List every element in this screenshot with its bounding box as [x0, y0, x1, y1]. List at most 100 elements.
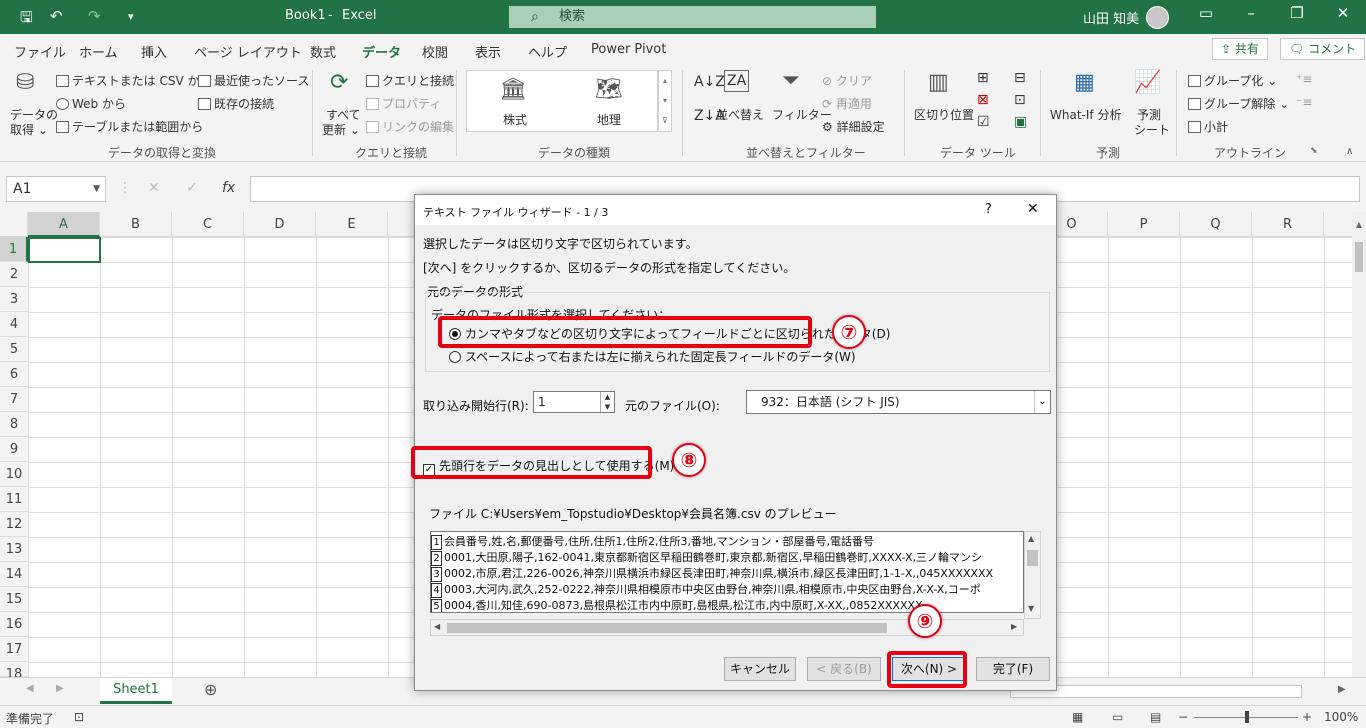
- tab-page-layout[interactable]: ページ レイアウト: [194, 42, 302, 61]
- row-header[interactable]: 4: [0, 312, 28, 337]
- close-icon[interactable]: ✕: [1027, 201, 1039, 217]
- column-header[interactable]: Q: [1180, 212, 1252, 237]
- comment-button[interactable]: 🗨 コメント: [1280, 38, 1366, 60]
- add-sheet-icon[interactable]: ⊕: [204, 680, 217, 699]
- row-header[interactable]: 6: [0, 362, 28, 387]
- scroll-thumb[interactable]: [447, 623, 887, 633]
- tab-help[interactable]: ヘルプ: [528, 42, 567, 61]
- back-button[interactable]: < 戻る(B): [807, 657, 881, 681]
- relationships-icon[interactable]: ⊡: [1014, 92, 1026, 108]
- minimize-icon[interactable]: –: [1236, 4, 1266, 22]
- show-detail-icon[interactable]: ⁺≡: [1296, 72, 1312, 86]
- next-sheet-icon[interactable]: ▶: [56, 683, 64, 694]
- sheet-tab-sheet1[interactable]: Sheet1: [100, 678, 172, 704]
- ungroup-button[interactable]: グループ解除 ⌄: [1188, 95, 1289, 112]
- scroll-thumb[interactable]: [1027, 550, 1038, 566]
- hide-detail-icon[interactable]: ⁻≡: [1296, 95, 1312, 109]
- scroll-right-icon[interactable]: ▶: [1011, 622, 1017, 631]
- column-header[interactable]: R: [1252, 212, 1324, 237]
- row-header[interactable]: 12: [0, 512, 28, 537]
- cancel-button[interactable]: キャンセル: [724, 657, 796, 681]
- active-cell[interactable]: [28, 237, 101, 263]
- tab-formulas[interactable]: 数式: [310, 42, 336, 61]
- scroll-down-icon[interactable]: ▼: [1028, 604, 1034, 613]
- from-table-button[interactable]: テーブルまたは範囲から: [56, 118, 203, 135]
- edit-links-button[interactable]: リンクの編集: [366, 118, 454, 135]
- row-header[interactable]: 8: [0, 412, 28, 437]
- text-to-columns-button[interactable]: 区切り位置: [914, 106, 974, 123]
- macro-record-icon[interactable]: ⊡: [74, 710, 84, 724]
- column-header[interactable]: D: [244, 212, 316, 237]
- scroll-up-icon[interactable]: ▲: [1028, 534, 1034, 543]
- row-header[interactable]: 11: [0, 487, 28, 512]
- stocks-button[interactable]: 株式: [503, 111, 527, 128]
- row-header[interactable]: 13: [0, 537, 28, 562]
- what-if-button[interactable]: What-If 分析: [1050, 106, 1121, 123]
- consolidate-icon[interactable]: ⊟: [1014, 70, 1026, 86]
- row-header[interactable]: 3: [0, 287, 28, 312]
- row-header[interactable]: 16: [0, 612, 28, 637]
- vertical-scrollbar[interactable]: ▲: [1352, 212, 1366, 677]
- insert-function-icon[interactable]: fx: [222, 180, 235, 196]
- sort-az-icon[interactable]: A↓Z: [694, 74, 725, 90]
- tab-power-pivot[interactable]: Power Pivot: [591, 42, 666, 57]
- page-layout-view-icon[interactable]: ▭: [1112, 710, 1123, 724]
- scroll-right-icon[interactable]: ▶: [1338, 684, 1346, 695]
- start-row-input[interactable]: 1 ▲ ▼: [533, 391, 615, 413]
- clear-button[interactable]: ⊘ クリア: [822, 72, 872, 89]
- column-header[interactable]: B: [100, 212, 172, 237]
- undo-icon[interactable]: ↶: [50, 7, 63, 25]
- scroll-thumb[interactable]: [1355, 242, 1363, 272]
- tab-review[interactable]: 校閲: [422, 42, 448, 61]
- row-header[interactable]: 18: [0, 662, 28, 682]
- avatar[interactable]: [1146, 6, 1169, 29]
- existing-connections-button[interactable]: 既存の接続: [198, 95, 274, 112]
- sort-button[interactable]: 並べ替え: [716, 106, 764, 123]
- dialog-launcher-icon[interactable]: ⬊: [1310, 146, 1318, 156]
- column-header[interactable]: P: [1108, 212, 1180, 237]
- advanced-filter-button[interactable]: ⚙ 詳細設定: [822, 118, 885, 135]
- row-header[interactable]: 5: [0, 337, 28, 362]
- column-header[interactable]: E: [316, 212, 388, 237]
- cancel-entry-icon[interactable]: ✕: [148, 180, 160, 196]
- redo-icon[interactable]: ↷: [88, 7, 101, 25]
- origin-select[interactable]: 932：日本語 (シフト JIS) ⌄: [746, 390, 1051, 414]
- page-break-view-icon[interactable]: ▤: [1150, 710, 1161, 724]
- restore-icon[interactable]: ❐: [1282, 4, 1312, 22]
- tab-file[interactable]: ファイル: [14, 42, 66, 61]
- subtotal-button[interactable]: 小計: [1188, 118, 1228, 135]
- row-header[interactable]: 10: [0, 462, 28, 487]
- reapply-button[interactable]: ⟳ 再適用: [822, 95, 872, 112]
- column-header[interactable]: C: [172, 212, 244, 237]
- properties-button[interactable]: プロパティ: [366, 95, 441, 112]
- window-close-icon[interactable]: ✕: [1328, 4, 1358, 22]
- customize-qat-icon[interactable]: ▾: [128, 10, 134, 23]
- save-icon[interactable]: 🖫: [20, 7, 33, 32]
- queries-connections-button[interactable]: クエリと接続: [366, 72, 454, 89]
- collapse-ribbon-icon[interactable]: ∧: [1346, 146, 1353, 157]
- row-header[interactable]: 2: [0, 262, 28, 287]
- tab-view[interactable]: 表示: [475, 42, 501, 61]
- group-button[interactable]: グループ化 ⌄: [1188, 72, 1277, 89]
- chevron-down-icon[interactable]: ⌄: [1034, 391, 1050, 413]
- data-model-icon[interactable]: ▣: [1014, 114, 1027, 130]
- gallery-scroll[interactable]: ▴ ▾ ⊽: [658, 70, 672, 132]
- ribbon-display-icon[interactable]: ▭: [1191, 4, 1221, 22]
- preview-vertical-scrollbar[interactable]: ▲ ▼: [1024, 531, 1041, 619]
- row-header[interactable]: 15: [0, 587, 28, 612]
- zoom-level[interactable]: 100%: [1324, 710, 1358, 724]
- zoom-in-icon[interactable]: +: [1302, 710, 1312, 724]
- confirm-entry-icon[interactable]: ✓: [186, 180, 198, 196]
- start-row-spinner-icon[interactable]: ▲ ▼: [600, 392, 614, 412]
- data-validation-icon[interactable]: ☑: [977, 114, 990, 130]
- prev-sheet-icon[interactable]: ◀: [26, 683, 34, 694]
- share-button[interactable]: ⇪ 共有: [1212, 38, 1268, 60]
- help-icon[interactable]: ?: [985, 202, 992, 217]
- scroll-left-icon[interactable]: ◀: [434, 622, 440, 631]
- from-web-button[interactable]: Web から: [56, 95, 126, 112]
- file-preview[interactable]: 1 会員番号,姓,名,郵便番号,住所,住所1,住所2,住所3,番地,マンション・部…: [430, 531, 1024, 613]
- recent-sources-button[interactable]: 最近使ったソース: [198, 72, 309, 89]
- from-csv-button[interactable]: テキストまたは CSV から: [56, 72, 211, 89]
- tab-insert[interactable]: 挿入: [141, 42, 167, 61]
- search-box[interactable]: ⌕ 検索: [509, 6, 876, 28]
